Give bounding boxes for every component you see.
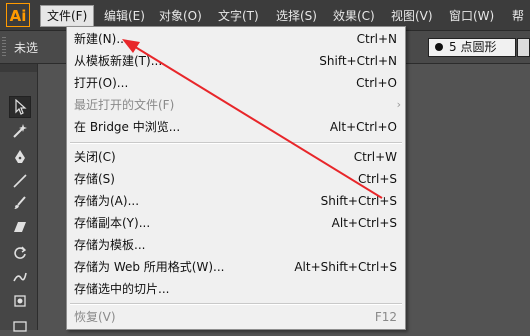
menu-item-save-copy[interactable]: 存储副本(Y)... Alt+Ctrl+S — [67, 212, 405, 234]
menu-view[interactable]: 视图(V) — [385, 6, 439, 26]
menu-item-label: 关闭(C) — [74, 150, 116, 164]
menu-item-shortcut: Ctrl+W — [353, 150, 397, 164]
menu-item-label: 恢复(V) — [74, 310, 116, 324]
file-menu-dropdown: 新建(N)... Ctrl+N 从模板新建(T)... Shift+Ctrl+N… — [66, 26, 406, 330]
menu-item-browse-in-bridge[interactable]: 在 Bridge 中浏览... Alt+Ctrl+O — [67, 116, 405, 138]
menu-help[interactable]: 帮 — [506, 6, 530, 26]
style-swatch[interactable] — [517, 38, 530, 57]
menu-item-shortcut: Alt+Shift+Ctrl+S — [294, 260, 397, 274]
menu-item-save-as-template[interactable]: 存储为模板... — [67, 234, 405, 256]
menu-item-label: 新建(N)... — [74, 32, 128, 46]
menu-separator — [70, 303, 402, 305]
menu-item-save-for-web[interactable]: 存储为 Web 所用格式(W)... Alt+Shift+Ctrl+S — [67, 256, 405, 278]
menu-item-label: 打开(O)... — [74, 76, 129, 90]
shape-builder-tool-icon[interactable] — [9, 314, 31, 336]
brush-definition-value: 5 点圆形 — [449, 40, 497, 54]
paintbrush-tool-icon[interactable] — [9, 192, 31, 214]
menu-item-save-as[interactable]: 存储为(A)... Shift+Ctrl+S — [67, 190, 405, 212]
menu-effect[interactable]: 效果(C) — [327, 6, 381, 26]
brush-definition-dropdown[interactable]: 5 点圆形 — [428, 38, 516, 57]
menu-item-new-from-template[interactable]: 从模板新建(T)... Shift+Ctrl+N — [67, 50, 405, 72]
menu-item-label: 最近打开的文件(F) — [74, 98, 175, 112]
menu-type[interactable]: 文字(T) — [212, 6, 265, 26]
menu-select[interactable]: 选择(S) — [270, 6, 323, 26]
submenu-arrow-icon: › — [396, 98, 401, 111]
app-logo: Ai — [6, 3, 30, 27]
eraser-tool-icon[interactable] — [9, 216, 31, 238]
menu-item-shortcut: Alt+Ctrl+O — [329, 120, 397, 134]
menu-item-shortcut: Ctrl+S — [357, 172, 397, 186]
menu-item-label: 在 Bridge 中浏览... — [74, 120, 181, 134]
menu-item-shortcut: Alt+Ctrl+S — [331, 216, 397, 230]
menu-item-save-selected-slices[interactable]: 存储选中的切片... — [67, 278, 405, 300]
pen-tool-icon[interactable] — [9, 146, 31, 168]
menu-item-label: 存储(S) — [74, 172, 115, 186]
menu-item-label: 存储为 Web 所用格式(W)... — [74, 260, 225, 274]
selection-status-label: 未选 — [14, 41, 39, 55]
menu-item-open[interactable]: 打开(O)... Ctrl+O — [67, 72, 405, 94]
selection-tool-icon[interactable] — [9, 96, 31, 118]
free-transform-tool-icon[interactable] — [9, 290, 31, 312]
tools-panel-tab[interactable] — [0, 64, 37, 72]
brush-dot-icon — [435, 43, 443, 51]
warp-tool-icon[interactable] — [9, 266, 31, 288]
menu-edit[interactable]: 编辑(E) — [98, 6, 151, 26]
menu-item-new[interactable]: 新建(N)... Ctrl+N — [67, 28, 405, 50]
menu-file[interactable]: 文件(F) — [40, 5, 95, 27]
menu-item-label: 存储副本(Y)... — [74, 216, 151, 230]
menu-item-shortcut: Ctrl+N — [356, 32, 397, 46]
menu-item-label: 存储为(A)... — [74, 194, 140, 208]
menu-item-revert[interactable]: 恢复(V) F12 — [67, 306, 405, 328]
control-bar-grip[interactable] — [2, 37, 6, 57]
menu-item-shortcut: Ctrl+O — [356, 76, 397, 90]
menu-item-label: 从模板新建(T)... — [74, 54, 163, 68]
line-tool-icon[interactable] — [9, 170, 31, 192]
menu-item-label: 存储为模板... — [74, 238, 146, 252]
menu-item-close[interactable]: 关闭(C) Ctrl+W — [67, 146, 405, 168]
menu-item-save[interactable]: 存储(S) Ctrl+S — [67, 168, 405, 190]
menu-object[interactable]: 对象(O) — [153, 6, 208, 26]
menu-item-shortcut: Shift+Ctrl+S — [320, 194, 397, 208]
menu-item-label: 存储选中的切片... — [74, 282, 170, 296]
tools-panel — [0, 64, 38, 332]
menu-item-shortcut: Shift+Ctrl+N — [319, 54, 397, 68]
menu-item-open-recent[interactable]: 最近打开的文件(F) › — [67, 94, 405, 116]
menu-window[interactable]: 窗口(W) — [443, 6, 500, 26]
menu-item-shortcut: F12 — [374, 310, 397, 324]
rotate-tool-icon[interactable] — [9, 242, 31, 264]
magic-wand-tool-icon[interactable] — [9, 120, 31, 142]
menu-separator — [70, 142, 402, 144]
